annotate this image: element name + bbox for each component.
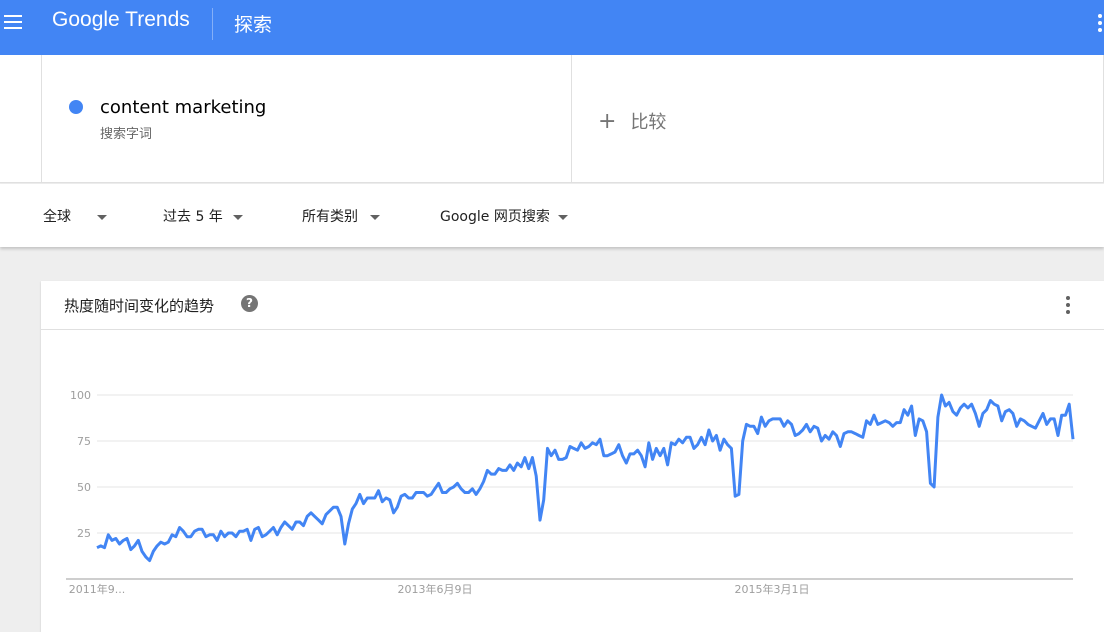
search-type-label: Google 网页搜索	[440, 209, 550, 225]
search-term-type: 搜索字词	[100, 127, 153, 142]
interest-over-time-card: 热度随时间变化的趋势 ? 25 50 75 100 2011年9... 2013年6月9日…	[41, 281, 1104, 632]
y-tick-label: 100	[70, 389, 91, 402]
search-type-dropdown[interactable]: Google 网页搜索	[440, 206, 568, 226]
google-trends-logo[interactable]: Google Trends	[52, 8, 190, 32]
filter-bar: 全球 过去 5 年 所有类别 Google 网页搜索	[0, 184, 1104, 247]
y-tick-label: 75	[77, 435, 91, 448]
search-term-text[interactable]: content marketing	[100, 97, 266, 118]
x-tick-label: 2011年9...	[69, 582, 125, 596]
dropdown-arrow-icon	[232, 214, 243, 220]
more-vert-icon[interactable]	[1096, 14, 1104, 32]
region-filter-dropdown[interactable]: 全球	[43, 206, 107, 226]
compare-button[interactable]: + 比较	[598, 108, 666, 134]
time-range-label: 过去 5 年	[163, 209, 223, 225]
dropdown-arrow-icon	[370, 214, 380, 220]
category-label: 所有类别	[302, 209, 358, 225]
add-icon: +	[598, 109, 617, 134]
compare-label: 比较	[630, 112, 667, 133]
page-title: 探索	[234, 14, 273, 36]
search-terms-panel: content marketing 搜索字词 + 比较	[0, 55, 1104, 183]
interest-line-chart[interactable]: 25 50 75 100 2011年9... 2013年6月9日 2015年3月1日	[41, 281, 1104, 632]
time-range-dropdown[interactable]: 过去 5 年	[163, 206, 243, 226]
y-tick-label: 50	[77, 481, 91, 494]
menu-icon[interactable]	[4, 12, 24, 32]
search-term-card[interactable]: content marketing 搜索字词	[41, 55, 572, 183]
series-color-dot	[69, 100, 83, 114]
region-filter-label: 全球	[43, 209, 71, 225]
x-tick-label: 2015年3月1日	[735, 582, 810, 596]
y-tick-label: 25	[77, 527, 91, 540]
series-line[interactable]	[96, 393, 1075, 563]
top-app-bar: Google Trends 探索	[0, 0, 1104, 55]
header-divider	[212, 8, 213, 40]
category-dropdown[interactable]: 所有类别	[302, 206, 380, 226]
dropdown-arrow-icon	[557, 214, 568, 220]
dropdown-arrow-icon	[97, 214, 107, 220]
x-tick-label: 2013年6月9日	[398, 582, 473, 596]
